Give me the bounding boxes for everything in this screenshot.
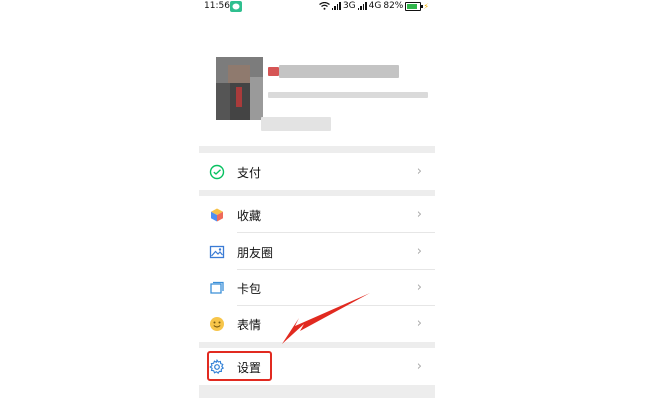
annotation-arrow-icon: [282, 293, 370, 344]
